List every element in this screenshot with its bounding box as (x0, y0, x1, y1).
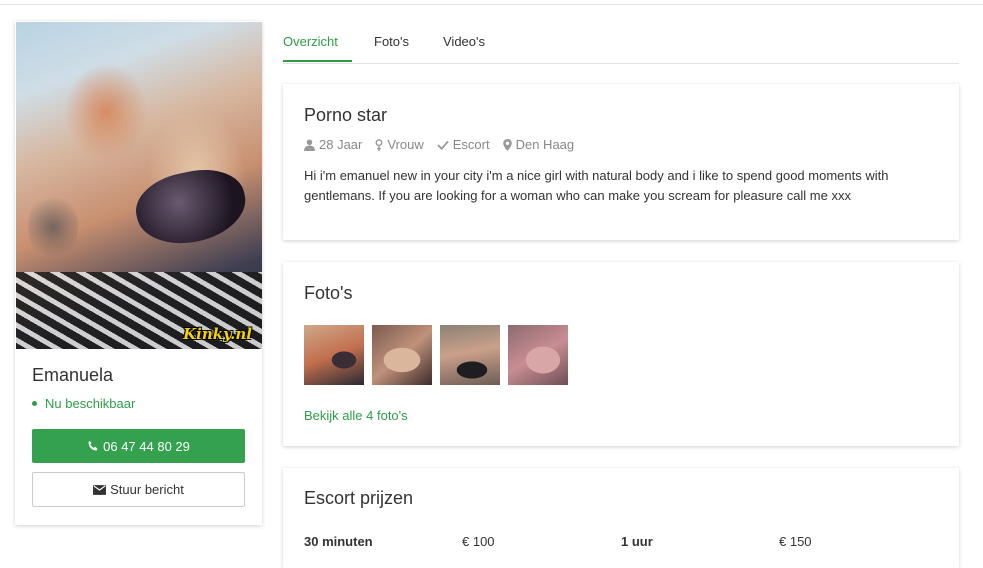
active-tab-indicator (283, 60, 352, 62)
send-message-label: Stuur bericht (110, 482, 184, 497)
status-dot-icon (32, 401, 37, 407)
tab-overzicht[interactable]: Overzicht (283, 34, 338, 49)
price-duration: 1 uur (621, 534, 653, 549)
price-amount: € 100 (462, 534, 495, 549)
meta-gender: Vrouw (375, 137, 424, 152)
gender-icon (375, 138, 383, 151)
profile-meta: 28 Jaar Vrouw Escort Den Haag (304, 137, 574, 152)
watermark-logo: Kinky.nl (183, 325, 252, 343)
prices-title: Escort prijzen (304, 488, 414, 508)
meta-age: 28 Jaar (304, 137, 362, 152)
profile-photo[interactable]: Kinky.nl (16, 22, 262, 349)
type-value: Escort (452, 137, 490, 152)
location-value: Den Haag (515, 137, 575, 152)
meta-type: Escort (437, 137, 490, 152)
check-icon (437, 140, 449, 150)
profile-tabs: Overzicht Foto's Video's (283, 25, 959, 64)
photo-detail (28, 192, 78, 262)
photo-thumbnail[interactable] (304, 325, 364, 385)
price-amount: € 150 (779, 534, 812, 549)
phone-button[interactable]: 06 47 44 80 29 (32, 429, 245, 463)
send-message-button[interactable]: Stuur bericht (32, 472, 245, 507)
meta-location: Den Haag (502, 137, 575, 152)
photos-title: Foto's (304, 283, 353, 303)
photo-detail (129, 161, 253, 253)
photo-thumbnail[interactable] (440, 325, 500, 385)
prices-card: Escort prijzen 30 minuten € 100 1 uur € … (283, 468, 959, 568)
price-duration: 30 minuten (304, 534, 373, 549)
photo-thumbnail[interactable] (508, 325, 568, 385)
status-label: Nu beschikbaar (45, 396, 136, 411)
about-card: Porno star 28 Jaar Vrouw Escort Den Haag… (283, 84, 959, 240)
profile-name: Emanuela (32, 365, 114, 385)
ad-description: Hi i'm emanuel new in your city i'm a ni… (304, 168, 889, 203)
age-value: 28 Jaar (319, 137, 363, 152)
tab-fotos[interactable]: Foto's (374, 34, 409, 49)
ad-title: Porno star (304, 105, 388, 125)
photos-card: Foto's Bekijk alle 4 foto's (283, 262, 959, 446)
top-divider (0, 4, 983, 5)
envelope-icon (93, 484, 107, 495)
user-icon (304, 139, 315, 151)
map-marker-icon (502, 138, 512, 151)
photo-thumbnail[interactable] (372, 325, 432, 385)
photo-thumbnails (304, 325, 568, 385)
phone-icon (88, 440, 98, 451)
profile-card: Kinky.nl Emanuela Nu beschikbaar 06 47 4… (15, 21, 262, 525)
see-all-photos-link[interactable]: Bekijk alle 4 foto's (304, 408, 408, 423)
gender-value: Vrouw (387, 137, 424, 152)
phone-number: 06 47 44 80 29 (103, 438, 190, 454)
tab-videos[interactable]: Video's (443, 34, 485, 49)
availability-status: Nu beschikbaar (32, 396, 135, 411)
